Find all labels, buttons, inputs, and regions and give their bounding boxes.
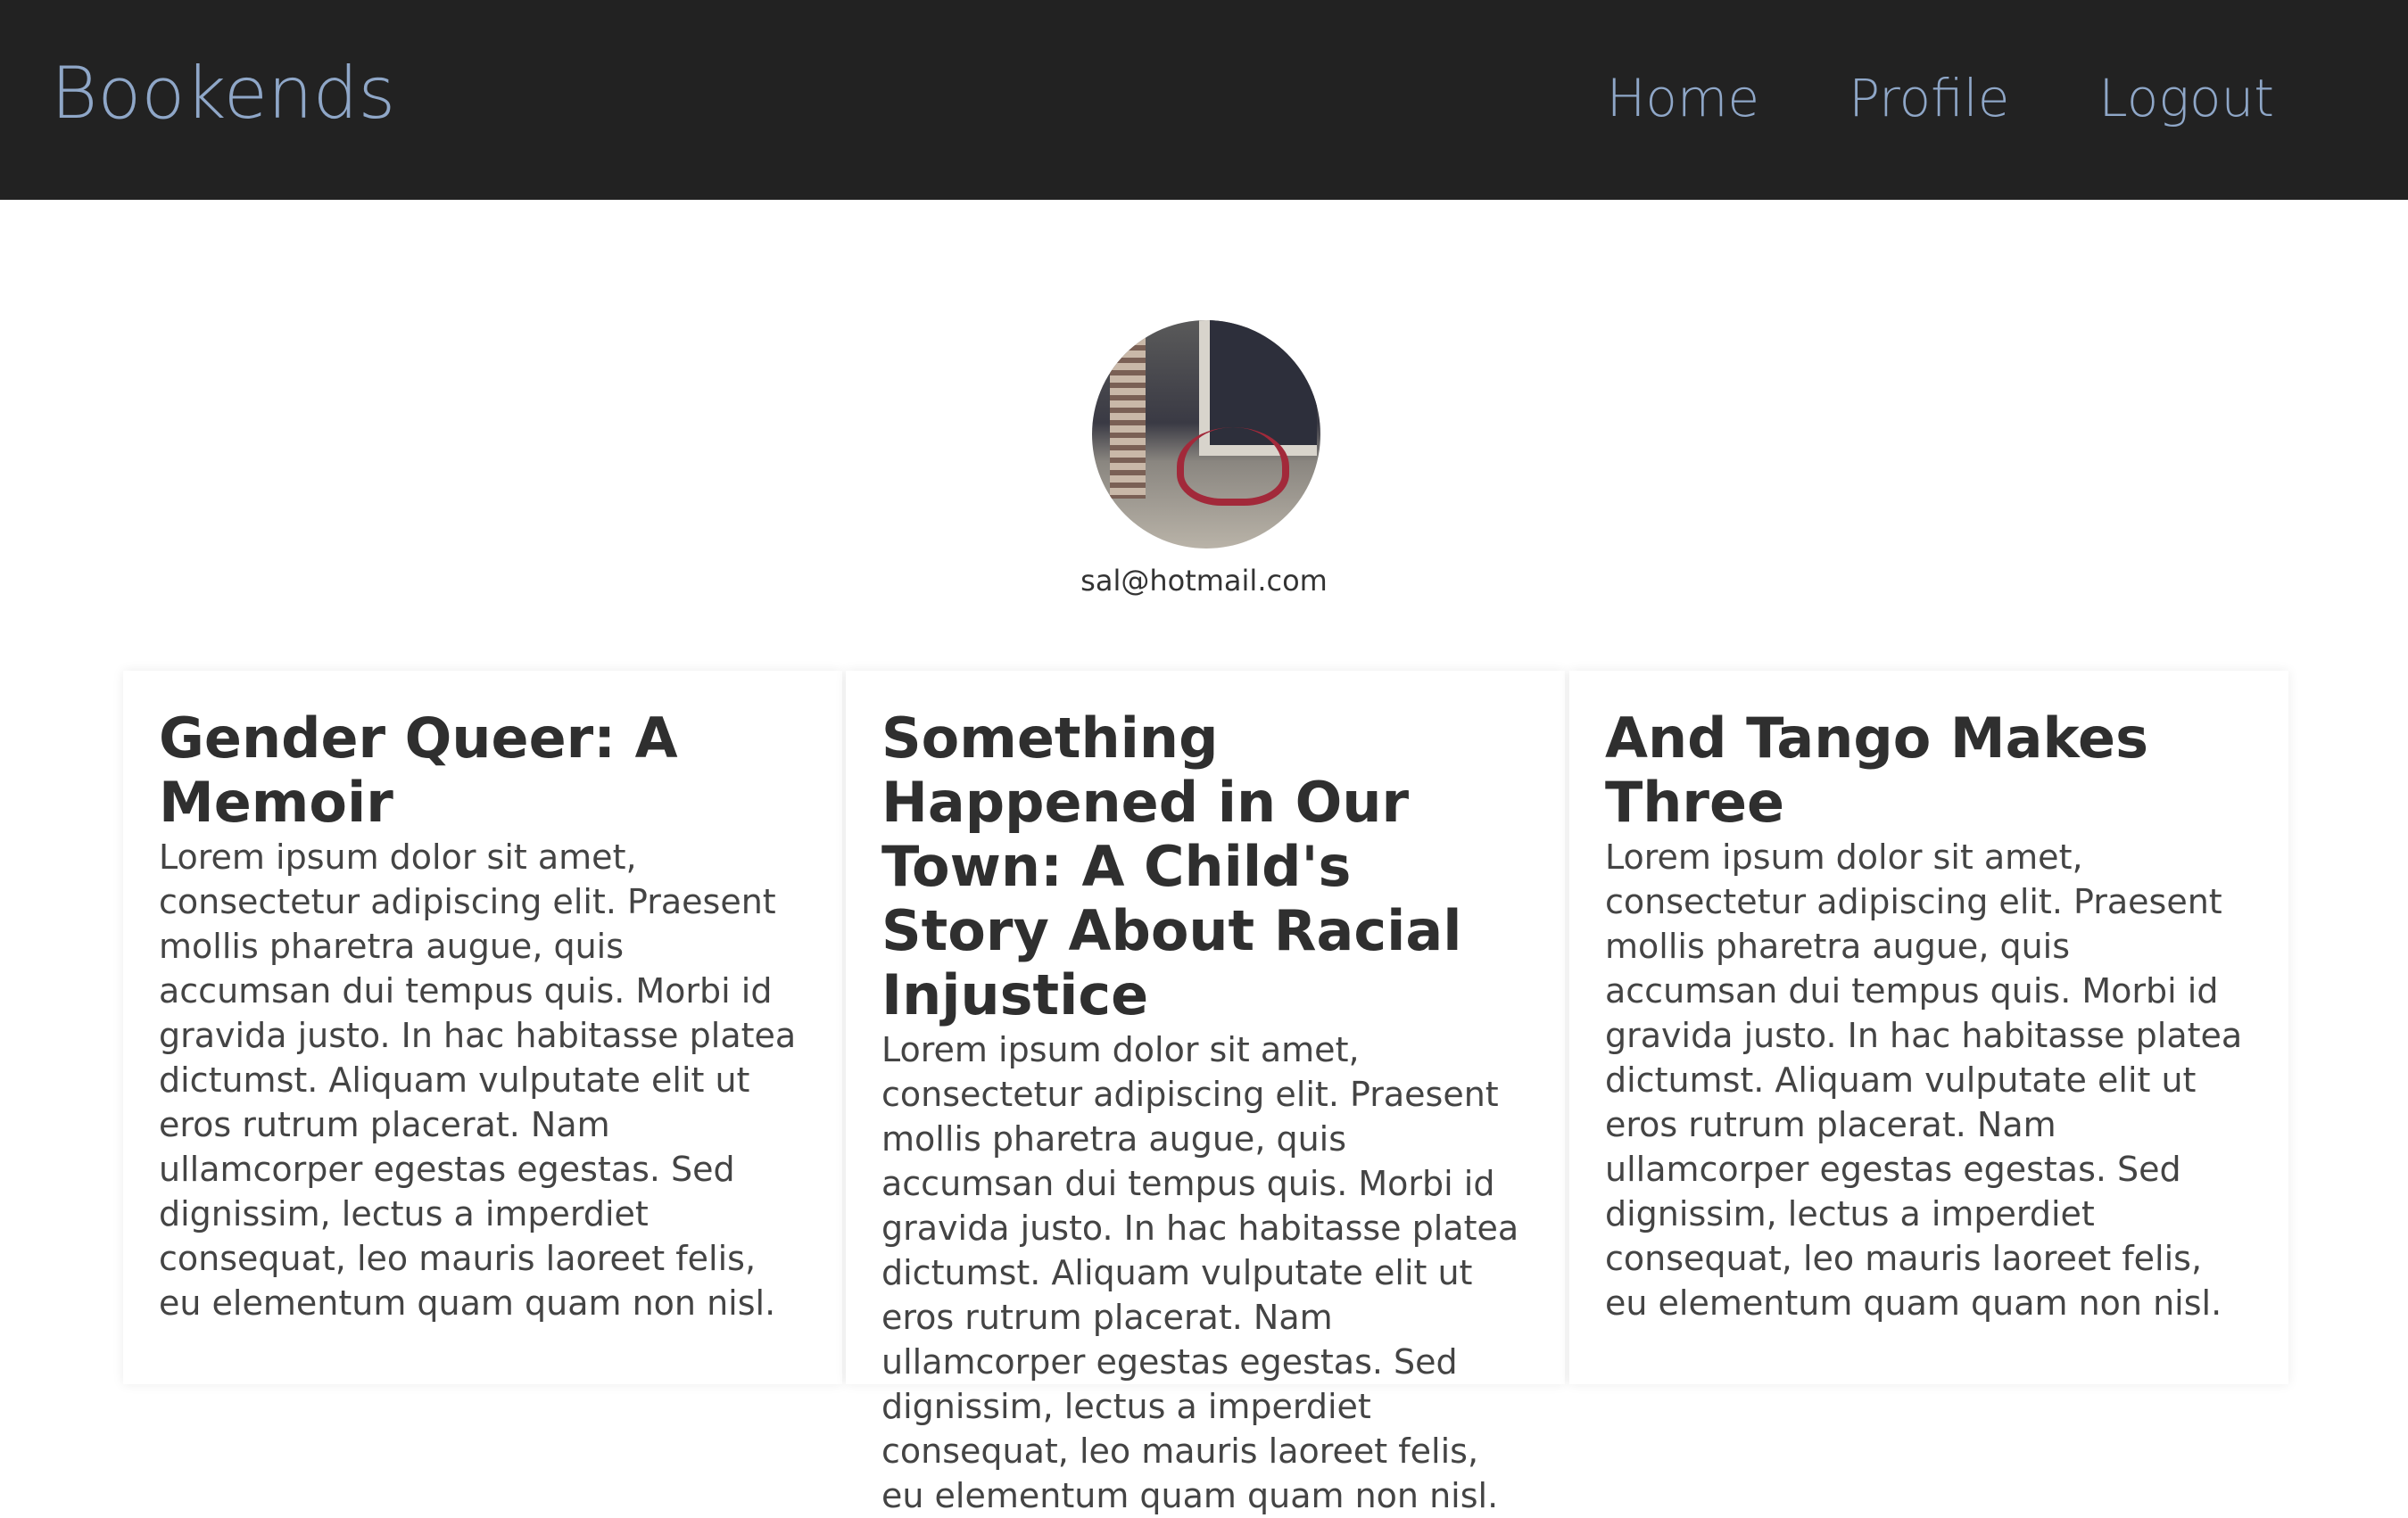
nav-profile-link[interactable]: Profile bbox=[1849, 68, 2009, 128]
book-card: And Tango Makes Three Lorem ipsum dolor … bbox=[1569, 671, 2288, 1384]
navbar: Bookends Home Profile Logout bbox=[0, 0, 2408, 200]
book-title: Gender Queer: A Memoir bbox=[159, 705, 678, 835]
nav-logout-link[interactable]: Logout bbox=[2098, 68, 2274, 128]
avatar-tricycle bbox=[1177, 427, 1289, 506]
book-card: Gender Queer: A Memoir Lorem ipsum dolor… bbox=[123, 671, 842, 1384]
nav-home-link[interactable]: Home bbox=[1607, 68, 1759, 128]
book-title: And Tango Makes Three bbox=[1605, 705, 2148, 835]
book-description: Lorem ipsum dolor sit amet, consectetur … bbox=[1605, 837, 2243, 1323]
book-card: Something Happened in Our Town: A Child'… bbox=[846, 671, 1565, 1515]
user-email: sal@hotmail.com bbox=[1080, 564, 1328, 598]
nav-links: Home Profile Logout bbox=[1607, 68, 2274, 128]
avatar-ladder bbox=[1110, 338, 1146, 499]
brand-logo-link[interactable]: Bookends bbox=[51, 52, 395, 135]
avatar bbox=[1092, 320, 1320, 549]
book-description: Lorem ipsum dolor sit amet, consectetur … bbox=[159, 837, 797, 1323]
book-description: Lorem ipsum dolor sit amet, consectetur … bbox=[881, 1030, 1519, 1515]
book-title: Something Happened in Our Town: A Child'… bbox=[881, 705, 1462, 1027]
